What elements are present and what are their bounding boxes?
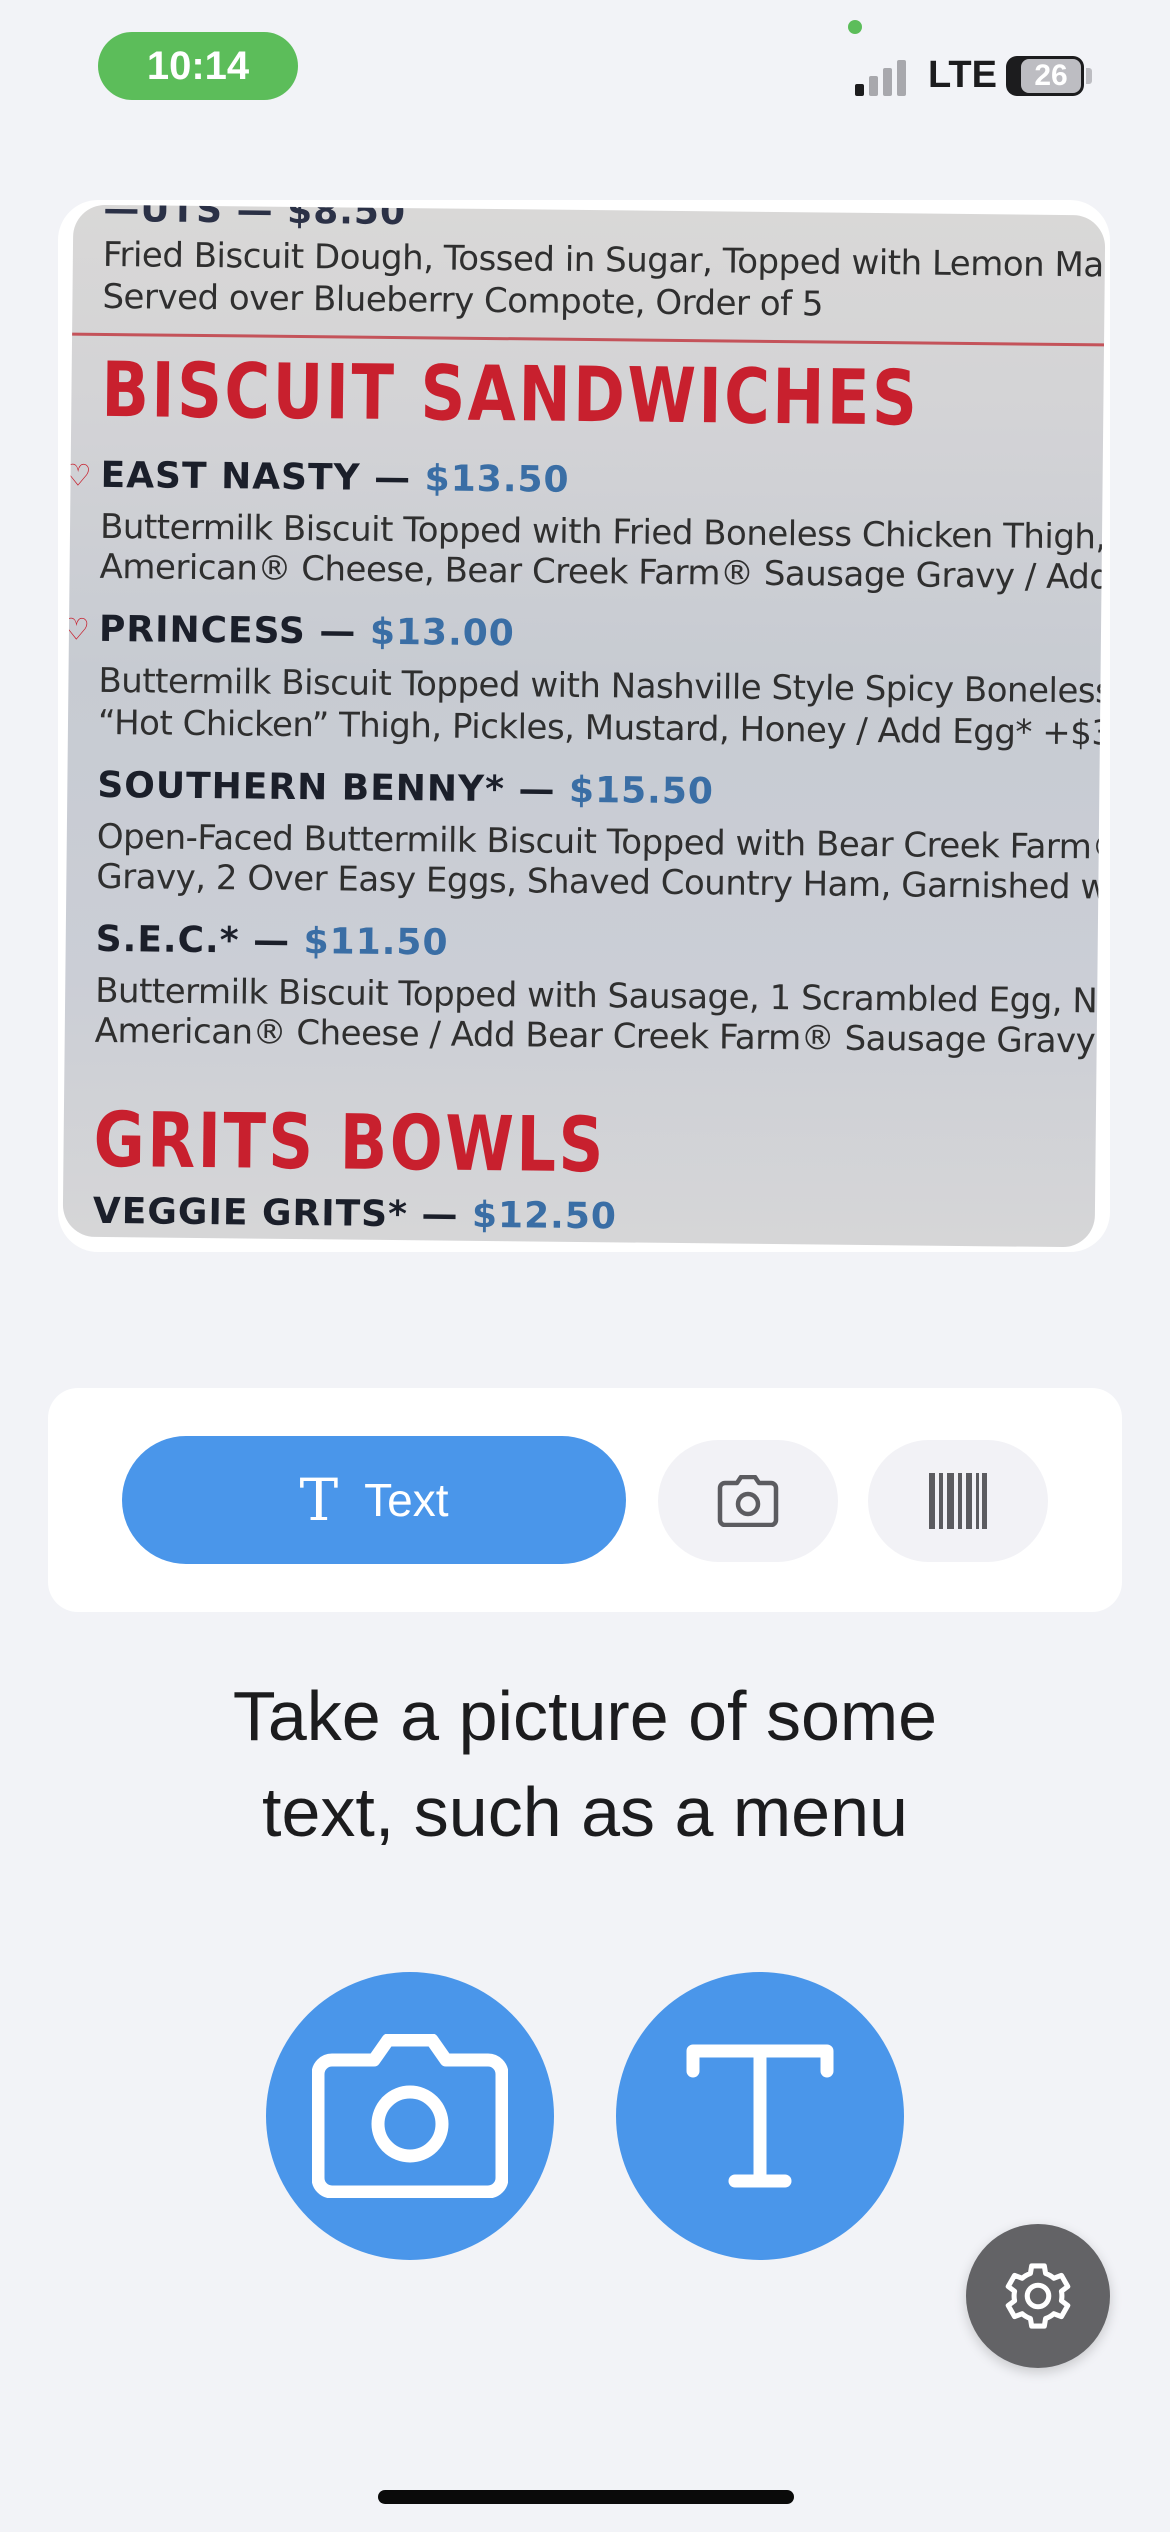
gear-icon (1005, 2263, 1071, 2329)
menu-top-item: —UTS — $8.50 (103, 204, 407, 234)
menu-top-desc-2: Served over Blueberry Compote, Order of … (102, 276, 824, 325)
menu-item-name: SOUTHERN BENNY* — $15.50 (97, 764, 715, 813)
home-indicator[interactable] (378, 2490, 794, 2504)
settings-button[interactable] (966, 2224, 1110, 2368)
network-type: LTE (928, 53, 997, 96)
status-time-label: 10:14 (146, 43, 250, 88)
photo-preview-card[interactable]: —UTS — $8.50 Fried Biscuit Dough, Tossed… (58, 200, 1110, 1252)
menu-item-name: S.E.C.* — $11.50 (95, 918, 449, 964)
menu-photo: —UTS — $8.50 Fried Biscuit Dough, Tossed… (62, 204, 1106, 1248)
text-mode-button[interactable]: T Text (122, 1436, 626, 1564)
menu-item-name: VEGGIE GRITS* — $12.50 (92, 1190, 618, 1238)
camera-indicator-dot (848, 20, 862, 34)
menu-section-grits-bowls: GRITS BOWLS (93, 1094, 607, 1190)
take-photo-button[interactable] (266, 1972, 554, 2260)
instruction-text: Take a picture of some text, such as a m… (85, 1668, 1085, 1860)
screen: 10:14 LTE 26 —UTS — $8.50 Fried Biscuit … (0, 0, 1170, 2532)
menu-divider (72, 332, 1105, 347)
battery-nub (1086, 68, 1092, 84)
barcode-mode-button[interactable] (868, 1440, 1048, 1562)
menu-item-name: PRINCESS — $13.00 (98, 608, 516, 655)
text-icon (686, 2044, 834, 2188)
camera-icon (312, 2034, 508, 2198)
heart-icon: ♡ (62, 613, 91, 647)
battery-level: 26 (1021, 59, 1081, 93)
camera-icon (717, 1475, 779, 1527)
instruction-line-1: Take a picture of some (232, 1677, 938, 1755)
menu-section-biscuit-sandwiches: BISCUIT SANDWICHES (101, 344, 920, 443)
menu-item-name: EAST NASTY — $13.50 (100, 454, 570, 501)
signal-strength-icon (855, 58, 915, 96)
battery-icon: 26 (1006, 56, 1084, 96)
heart-icon: ♡ (64, 459, 92, 493)
text-icon: T (299, 1466, 339, 1534)
barcode-icon (929, 1473, 987, 1529)
text-mode-label: Text (364, 1474, 449, 1526)
photo-mode-button[interactable] (658, 1440, 838, 1562)
instruction-line-2: text, such as a menu (262, 1773, 908, 1851)
status-time: 10:14 (98, 32, 298, 100)
enter-text-button[interactable] (616, 1972, 904, 2260)
menu-item-desc: “Hot Chicken” Thigh, Pickles, Mustard, H… (97, 702, 1106, 755)
mode-selector: T Text (48, 1388, 1122, 1612)
